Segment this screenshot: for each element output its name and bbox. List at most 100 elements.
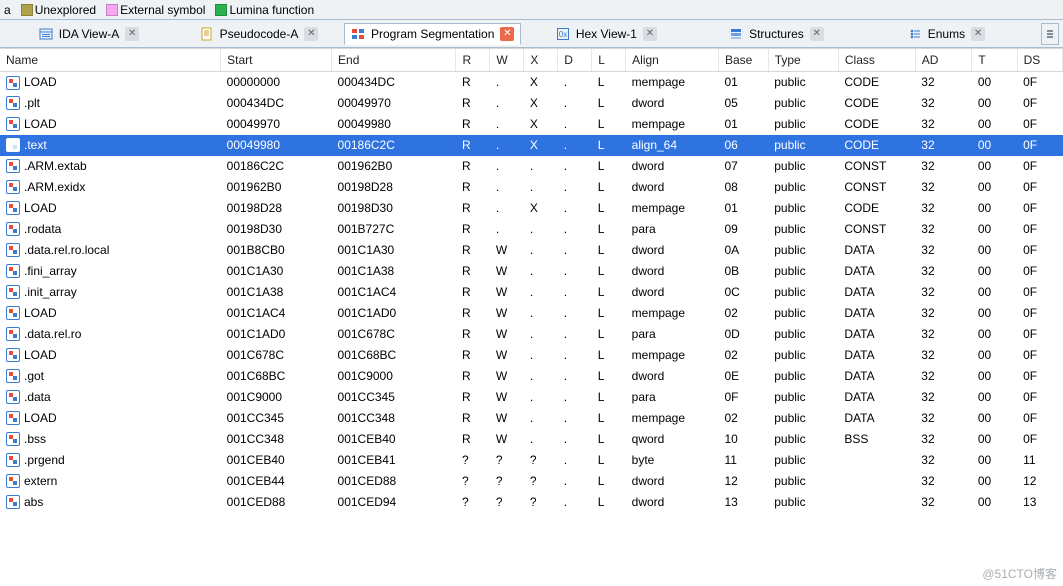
cell-l: L (592, 387, 626, 408)
cell-r: R (456, 324, 490, 345)
table-row[interactable]: .init_array001C1A38001C1AC4RW..Ldword0Cp… (0, 282, 1063, 303)
cell-l: L (592, 345, 626, 366)
column-header-t[interactable]: T (972, 49, 1017, 72)
cell-start: 001962B0 (221, 177, 332, 198)
cell-d: . (558, 240, 592, 261)
cell-ds: 0F (1017, 114, 1062, 135)
table-row[interactable]: LOAD00198D2800198D30R.X.Lmempage01public… (0, 198, 1063, 219)
segment-icon (6, 159, 20, 173)
segment-icon (6, 76, 20, 90)
column-header-name[interactable]: Name (0, 49, 221, 72)
cell-t: 00 (972, 240, 1017, 261)
column-header-end[interactable]: End (332, 49, 456, 72)
column-header-w[interactable]: W (490, 49, 524, 72)
table-row[interactable]: LOAD001CC345001CC348RW..Lmempage02public… (0, 408, 1063, 429)
tab-structs[interactable]: Structures✕ (691, 23, 861, 45)
tab-ida-view[interactable]: IDA View-A✕ (4, 23, 174, 45)
cell-r: R (456, 429, 490, 450)
cell-start: 00186C2C (221, 156, 332, 177)
cell-l: L (592, 282, 626, 303)
cell-x: ? (524, 471, 558, 492)
cell-align: qword (626, 429, 719, 450)
cell-d: . (558, 387, 592, 408)
column-header-x[interactable]: X (524, 49, 558, 72)
segment-icon (6, 432, 20, 446)
cell-d: . (558, 93, 592, 114)
cell-text: LOAD (24, 411, 57, 425)
column-header-class[interactable]: Class (838, 49, 915, 72)
table-row[interactable]: LOAD001C678C001C68BCRW..Lmempage02public… (0, 345, 1063, 366)
cell-end: 001C1AD0 (332, 303, 456, 324)
column-header-l[interactable]: L (592, 49, 626, 72)
tab-pseudo[interactable]: Pseudocode-A✕ (174, 23, 344, 45)
cell-ds: 0F (1017, 261, 1062, 282)
table-row[interactable]: .ARM.exidx001962B000198D28R...Ldword08pu… (0, 177, 1063, 198)
cell-ad: 32 (915, 72, 972, 93)
cell-ds: 0F (1017, 324, 1062, 345)
cell-text: .plt (24, 96, 40, 110)
cell-start: 001C678C (221, 345, 332, 366)
table-row[interactable]: .got001C68BC001C9000RW..Ldword0EpublicDA… (0, 366, 1063, 387)
cell-align: dword (626, 93, 719, 114)
cell-t: 00 (972, 282, 1017, 303)
cell-t: 00 (972, 93, 1017, 114)
table-row[interactable]: .data.rel.ro.local001B8CB0001C1A30RW..Ld… (0, 240, 1063, 261)
cell-start: 001C68BC (221, 366, 332, 387)
cell-end: 001CC348 (332, 408, 456, 429)
cell-t: 00 (972, 408, 1017, 429)
table-row[interactable]: abs001CED88001CED94???.Ldword13public320… (0, 492, 1063, 513)
cell-end: 001B727C (332, 219, 456, 240)
table-row[interactable]: .fini_array001C1A30001C1A38RW..Ldword0Bp… (0, 261, 1063, 282)
cell-ad: 32 (915, 471, 972, 492)
column-header-base[interactable]: Base (718, 49, 768, 72)
cell-base: 08 (718, 177, 768, 198)
table-row[interactable]: .rodata00198D30001B727CR...Lpara09public… (0, 219, 1063, 240)
column-header-ds[interactable]: DS (1017, 49, 1062, 72)
table-row[interactable]: .data001C9000001CC345RW..Lpara0FpublicDA… (0, 387, 1063, 408)
table-row[interactable]: LOAD001C1AC4001C1AD0RW..Lmempage02public… (0, 303, 1063, 324)
cell-ds: 0F (1017, 219, 1062, 240)
cell-name: LOAD (0, 303, 221, 324)
segment-table-wrap[interactable]: NameStartEndRWXDLAlignBaseTypeClassADTDS… (0, 48, 1063, 586)
tab-enums[interactable]: Enums✕ (861, 23, 1031, 45)
tab-hexview[interactable]: 0xHex View-1✕ (521, 23, 691, 45)
table-row[interactable]: extern001CEB44001CED88???.Ldword12public… (0, 471, 1063, 492)
segment-table[interactable]: NameStartEndRWXDLAlignBaseTypeClassADTDS… (0, 49, 1063, 513)
cell-start: 001CC345 (221, 408, 332, 429)
column-header-ad[interactable]: AD (915, 49, 972, 72)
column-header-align[interactable]: Align (626, 49, 719, 72)
legend-item: Lumina function (215, 3, 314, 17)
tab-close-icon[interactable]: ✕ (810, 27, 824, 41)
cell-base: 0F (718, 387, 768, 408)
cell-x: . (524, 387, 558, 408)
table-row[interactable]: .data.rel.ro001C1AD0001C678CRW..Lpara0Dp… (0, 324, 1063, 345)
tab-close-icon[interactable]: ✕ (500, 27, 514, 41)
tabs-overflow-button[interactable] (1041, 23, 1059, 45)
table-row[interactable]: .plt000434DC00049970R.X.Ldword05publicCO… (0, 93, 1063, 114)
table-header-row[interactable]: NameStartEndRWXDLAlignBaseTypeClassADTDS (0, 49, 1063, 72)
table-row[interactable]: .prgend001CEB40001CEB41???.Lbyte11public… (0, 450, 1063, 471)
table-row[interactable]: LOAD0004997000049980R.X.Lmempage01public… (0, 114, 1063, 135)
cell-ad: 32 (915, 492, 972, 513)
column-header-start[interactable]: Start (221, 49, 332, 72)
column-header-d[interactable]: D (558, 49, 592, 72)
cell-w: W (490, 345, 524, 366)
tab-close-icon[interactable]: ✕ (643, 27, 657, 41)
tab-close-icon[interactable]: ✕ (971, 27, 985, 41)
cell-text: extern (24, 474, 57, 488)
column-header-r[interactable]: R (456, 49, 490, 72)
table-row[interactable]: LOAD00000000000434DCR.X.Lmempage01public… (0, 72, 1063, 93)
table-row[interactable]: .text0004998000186C2CR.X.Lalign_6406publ… (0, 135, 1063, 156)
cell-l: L (592, 450, 626, 471)
cell-start: 001C9000 (221, 387, 332, 408)
table-body: LOAD00000000000434DCR.X.Lmempage01public… (0, 72, 1063, 513)
tab-close-icon[interactable]: ✕ (304, 27, 318, 41)
tab-close-icon[interactable]: ✕ (125, 27, 139, 41)
cell-l: L (592, 429, 626, 450)
table-row[interactable]: .ARM.extab00186C2C001962B0R...Ldword07pu… (0, 156, 1063, 177)
tab-progseg[interactable]: Program Segmentation✕ (344, 23, 521, 45)
cell-x: . (524, 156, 558, 177)
column-header-type[interactable]: Type (768, 49, 838, 72)
cell-align: align_64 (626, 135, 719, 156)
table-row[interactable]: .bss001CC348001CEB40RW..Lqword10publicBS… (0, 429, 1063, 450)
